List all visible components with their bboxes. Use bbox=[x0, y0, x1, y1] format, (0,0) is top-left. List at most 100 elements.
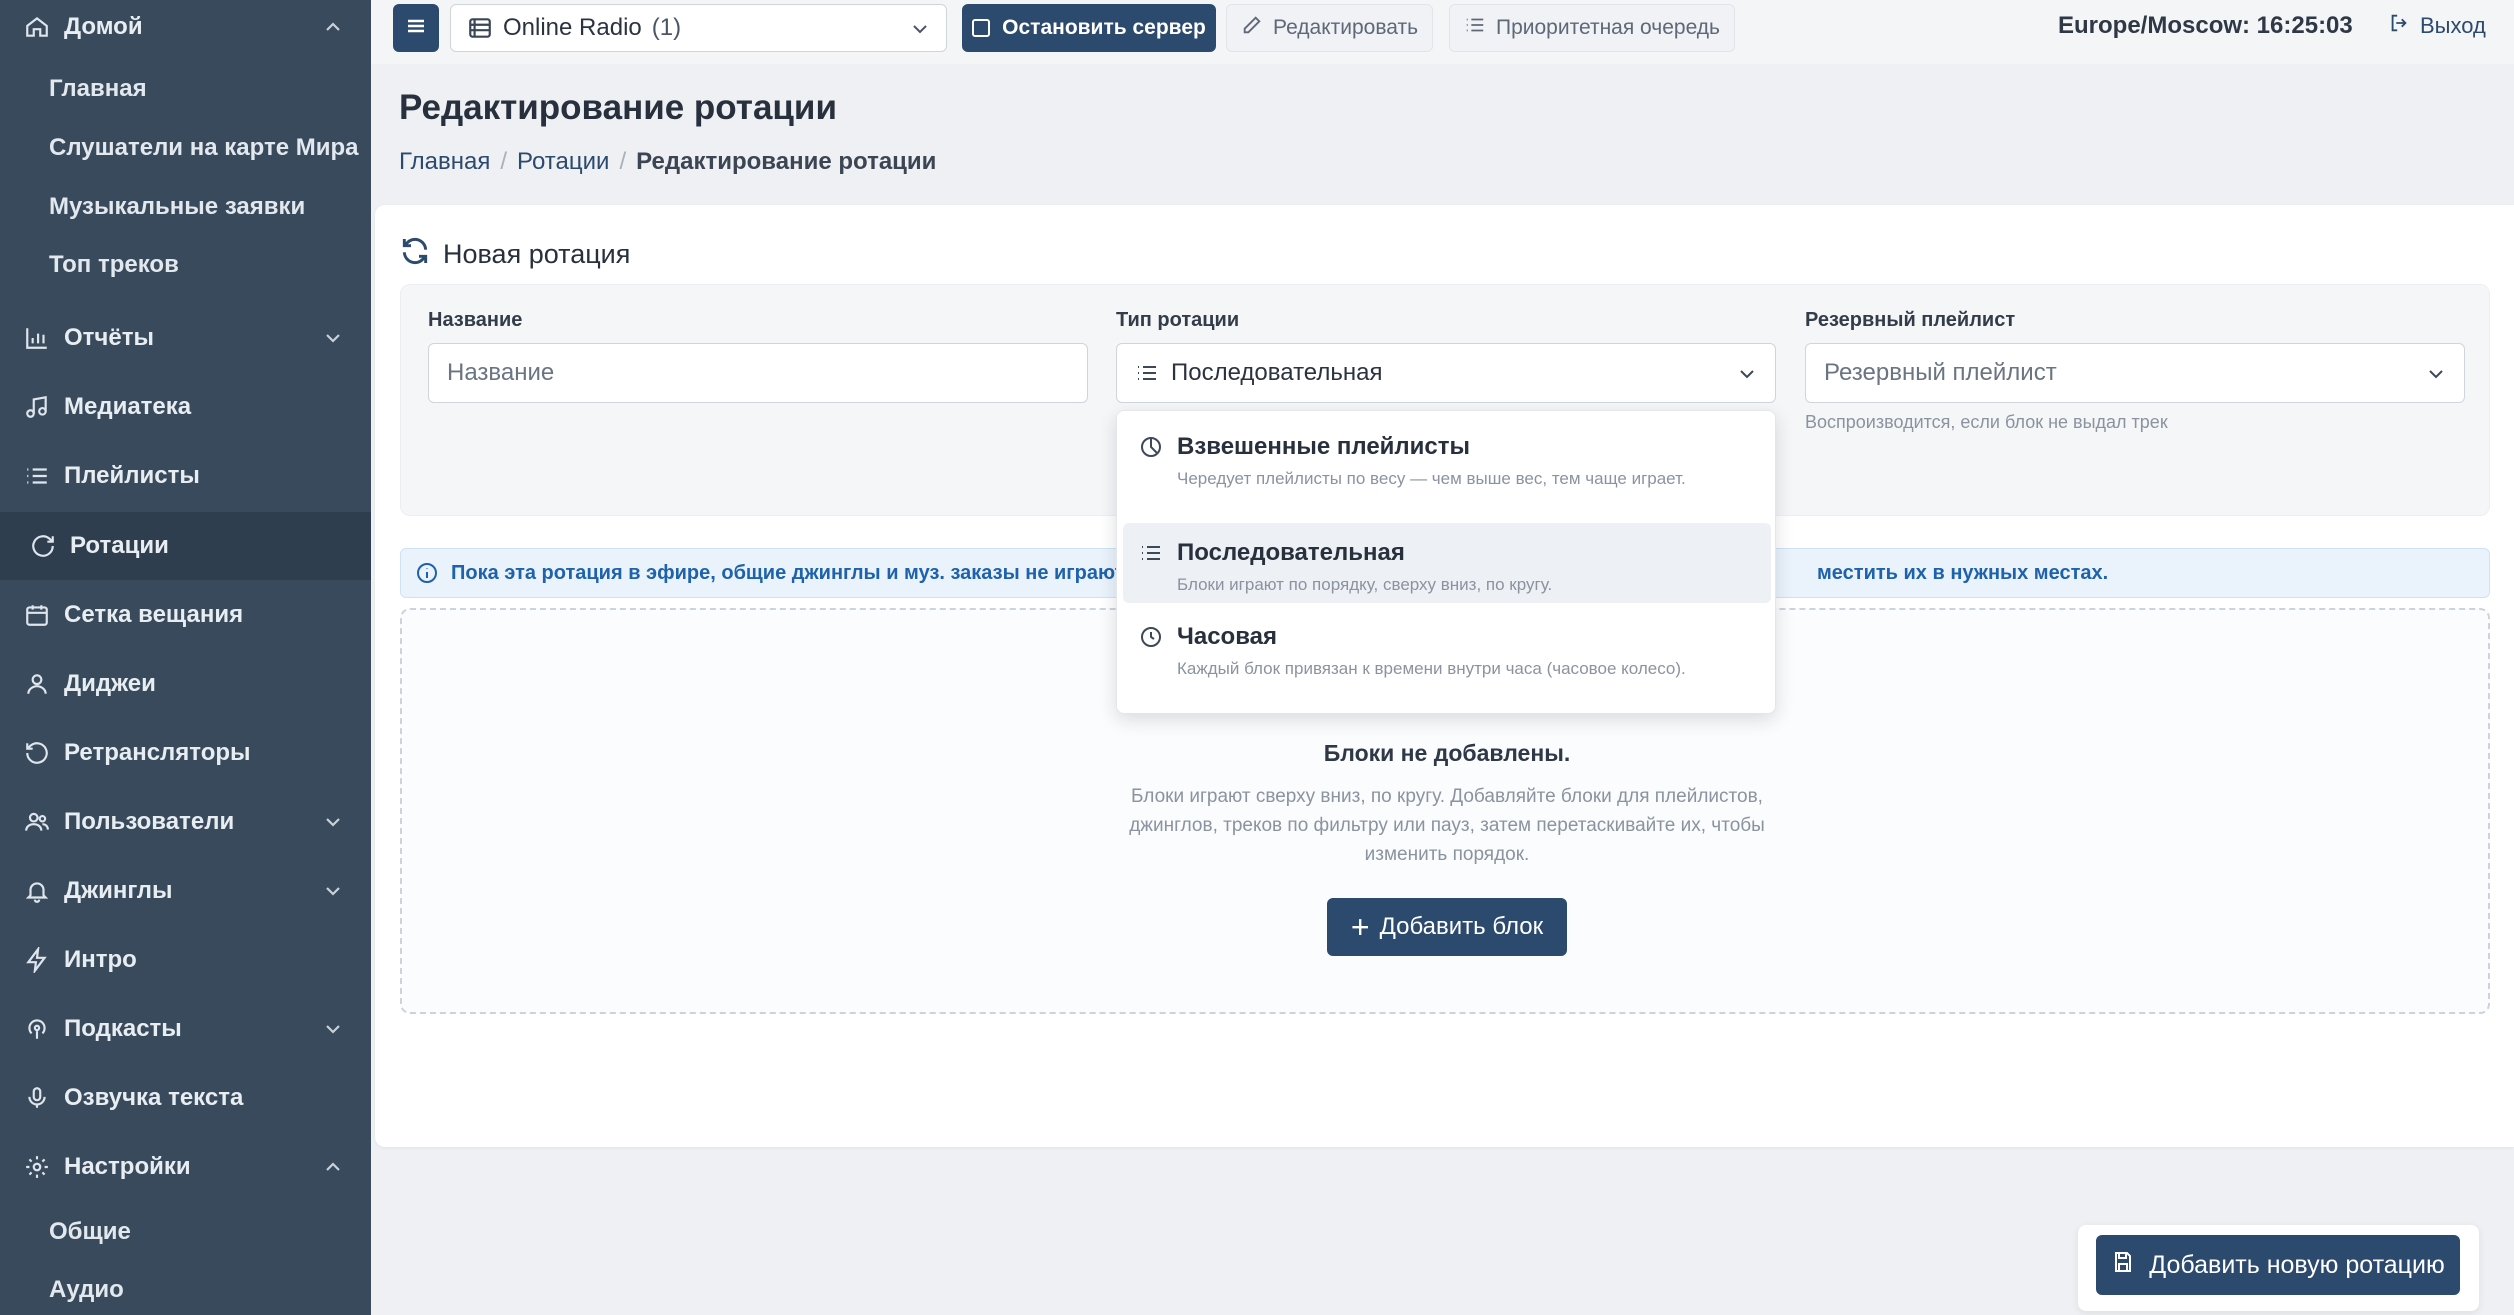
fallback-playlist-label: Резервный плейлист bbox=[1805, 309, 2016, 331]
info-icon bbox=[415, 561, 439, 585]
sidebar-item-label: Ротации bbox=[70, 532, 169, 559]
add-block-button[interactable]: + Добавить блок bbox=[1327, 898, 1567, 956]
station-count: (1) bbox=[651, 14, 682, 41]
sidebar-item-podcasts[interactable]: Подкасты bbox=[0, 995, 371, 1063]
name-placeholder: Название bbox=[447, 359, 555, 386]
priority-queue-label: Приоритетная очередь bbox=[1496, 16, 1720, 39]
add-block-label: Добавить блок bbox=[1379, 913, 1544, 940]
sidebar-item-home[interactable]: Домой bbox=[0, 0, 371, 61]
pencil-icon bbox=[1241, 14, 1273, 42]
sidebar-item-label: Озвучка текста bbox=[64, 1084, 244, 1111]
server-icon bbox=[467, 15, 493, 41]
list-icon bbox=[22, 461, 52, 491]
card-title: Новая ротация bbox=[399, 235, 630, 274]
list-icon bbox=[1464, 14, 1496, 42]
list-icon bbox=[1135, 361, 1159, 385]
chevron-down-icon bbox=[321, 879, 345, 903]
sidebar-item-intro[interactable]: Интро bbox=[0, 926, 371, 994]
info-alert-text: Пока эта ротация в эфире, общие джинглы … bbox=[451, 561, 1125, 584]
sidebar-item-media[interactable]: Медиатека bbox=[0, 373, 371, 441]
empty-state-description: Блоки играют сверху вниз, по кругу. Доба… bbox=[1129, 786, 1765, 865]
option-title: Часовая bbox=[1177, 623, 1278, 650]
rotation-type-label: Тип ротации bbox=[1116, 309, 1240, 331]
option-title: Последовательная bbox=[1177, 539, 1405, 566]
bar-chart-icon bbox=[22, 323, 52, 353]
sidebar-subitem-top-tracks[interactable]: Топ треков bbox=[49, 240, 179, 290]
pie-chart-icon bbox=[1139, 435, 1163, 459]
sidebar-item-label: Плейлисты bbox=[64, 462, 200, 489]
users-icon bbox=[22, 807, 52, 837]
option-description: Чередует плейлисты по весу — чем выше ве… bbox=[1177, 469, 1686, 488]
sidebar-subitem-audio[interactable]: Аудио bbox=[49, 1265, 124, 1315]
sidebar-item-users[interactable]: Пользователи bbox=[0, 788, 371, 856]
chevron-down-icon bbox=[321, 326, 345, 350]
bell-icon bbox=[22, 876, 52, 906]
sidebar: Домой Главная Слушатели на карте Мира Му… bbox=[0, 0, 371, 1315]
hamburger-icon bbox=[404, 14, 428, 43]
sidebar-item-schedule[interactable]: Сетка вещания bbox=[0, 581, 371, 649]
name-label: Название bbox=[428, 309, 523, 331]
add-rotation-button[interactable]: Добавить новую ротацию bbox=[2096, 1235, 2460, 1295]
chevron-down-icon bbox=[1735, 362, 1759, 393]
chevron-down-icon bbox=[321, 810, 345, 834]
list-icon bbox=[1139, 541, 1163, 565]
sidebar-item-label: Диджеи bbox=[64, 670, 156, 697]
rotation-type-option-hourly[interactable]: Часовая Каждый блок привязан к времени в… bbox=[1123, 607, 1771, 709]
chevron-down-icon bbox=[908, 17, 932, 48]
option-description: Блоки играют по порядку, сверху вниз, по… bbox=[1177, 575, 1553, 594]
sidebar-item-relays[interactable]: Ретрансляторы bbox=[0, 719, 371, 787]
sidebar-item-label: Пользователи bbox=[64, 808, 235, 835]
microphone-icon bbox=[22, 1083, 52, 1113]
breadcrumb-separator: / bbox=[619, 148, 627, 175]
sidebar-subitem-listeners-map[interactable]: Слушатели на карте Мира bbox=[49, 123, 358, 173]
edit-button[interactable]: Редактировать bbox=[1226, 4, 1434, 52]
sidebar-item-label: Медиатека bbox=[64, 393, 192, 420]
sidebar-subitem-music-requests[interactable]: Музыкальные заявки bbox=[49, 182, 305, 232]
save-icon bbox=[2111, 1250, 2149, 1281]
name-input[interactable]: Название bbox=[428, 343, 1088, 403]
rotation-type-select[interactable]: Последовательная bbox=[1116, 343, 1776, 403]
sidebar-item-jingles[interactable]: Джинглы bbox=[0, 857, 371, 925]
history-icon bbox=[22, 738, 52, 768]
sidebar-item-label: Джинглы bbox=[64, 877, 173, 904]
sidebar-item-tts[interactable]: Озвучка текста bbox=[0, 1064, 371, 1132]
chevron-down-icon bbox=[2424, 362, 2448, 393]
menu-toggle-button[interactable] bbox=[393, 4, 439, 52]
station-select[interactable]: Online Radio (1) bbox=[450, 4, 947, 52]
breadcrumb-current: Редактирование ротации bbox=[636, 148, 937, 175]
music-note-icon bbox=[22, 392, 52, 422]
logout-link[interactable]: Выход bbox=[2388, 12, 2486, 40]
info-alert-text-end: местить их в нужных местах. bbox=[1817, 561, 2109, 584]
home-icon bbox=[22, 12, 52, 42]
sidebar-item-label: Домой bbox=[64, 13, 143, 40]
sidebar-item-djs[interactable]: Диджеи bbox=[0, 650, 371, 718]
plus-icon: + bbox=[1350, 909, 1370, 945]
sidebar-item-label: Отчёты bbox=[64, 324, 154, 351]
logout-icon bbox=[2388, 12, 2420, 40]
rotation-type-option-weighted[interactable]: Взвешенные плейлисты Чередует плейлисты … bbox=[1123, 417, 1771, 519]
breadcrumb-rotations[interactable]: Ротации bbox=[517, 148, 609, 176]
sidebar-item-rotations[interactable]: Ротации bbox=[0, 512, 371, 580]
add-rotation-label: Добавить новую ротацию bbox=[2149, 1250, 2445, 1279]
stop-server-button[interactable]: Остановить сервер bbox=[962, 4, 1216, 52]
sidebar-item-label: Подкасты bbox=[64, 1015, 182, 1042]
sidebar-item-label: Ретрансляторы bbox=[64, 739, 251, 766]
breadcrumb-home[interactable]: Главная bbox=[399, 148, 490, 176]
sidebar-item-label: Сетка вещания bbox=[64, 601, 244, 628]
priority-queue-button[interactable]: Приоритетная очередь bbox=[1449, 4, 1735, 52]
edit-label: Редактировать bbox=[1273, 16, 1419, 39]
breadcrumb: Главная / Ротации / Редактирование ротац… bbox=[399, 148, 936, 176]
rotation-type-option-sequential[interactable]: Последовательная Блоки играют по порядку… bbox=[1123, 523, 1771, 603]
refresh-icon bbox=[399, 235, 443, 274]
fallback-playlist-select[interactable]: Резервный плейлист bbox=[1805, 343, 2465, 403]
chevron-up-icon bbox=[321, 15, 345, 39]
user-icon bbox=[22, 669, 52, 699]
breadcrumb-separator: / bbox=[500, 148, 508, 175]
sidebar-item-playlists[interactable]: Плейлисты bbox=[0, 442, 371, 510]
sidebar-item-settings[interactable]: Настройки bbox=[0, 1133, 371, 1201]
sidebar-subitem-general[interactable]: Общие bbox=[49, 1207, 131, 1257]
sidebar-subitem-main[interactable]: Главная bbox=[49, 64, 147, 114]
sidebar-item-reports[interactable]: Отчёты bbox=[0, 304, 371, 372]
chevron-up-icon bbox=[321, 1155, 345, 1179]
rotation-type-value: Последовательная bbox=[1171, 359, 1383, 386]
